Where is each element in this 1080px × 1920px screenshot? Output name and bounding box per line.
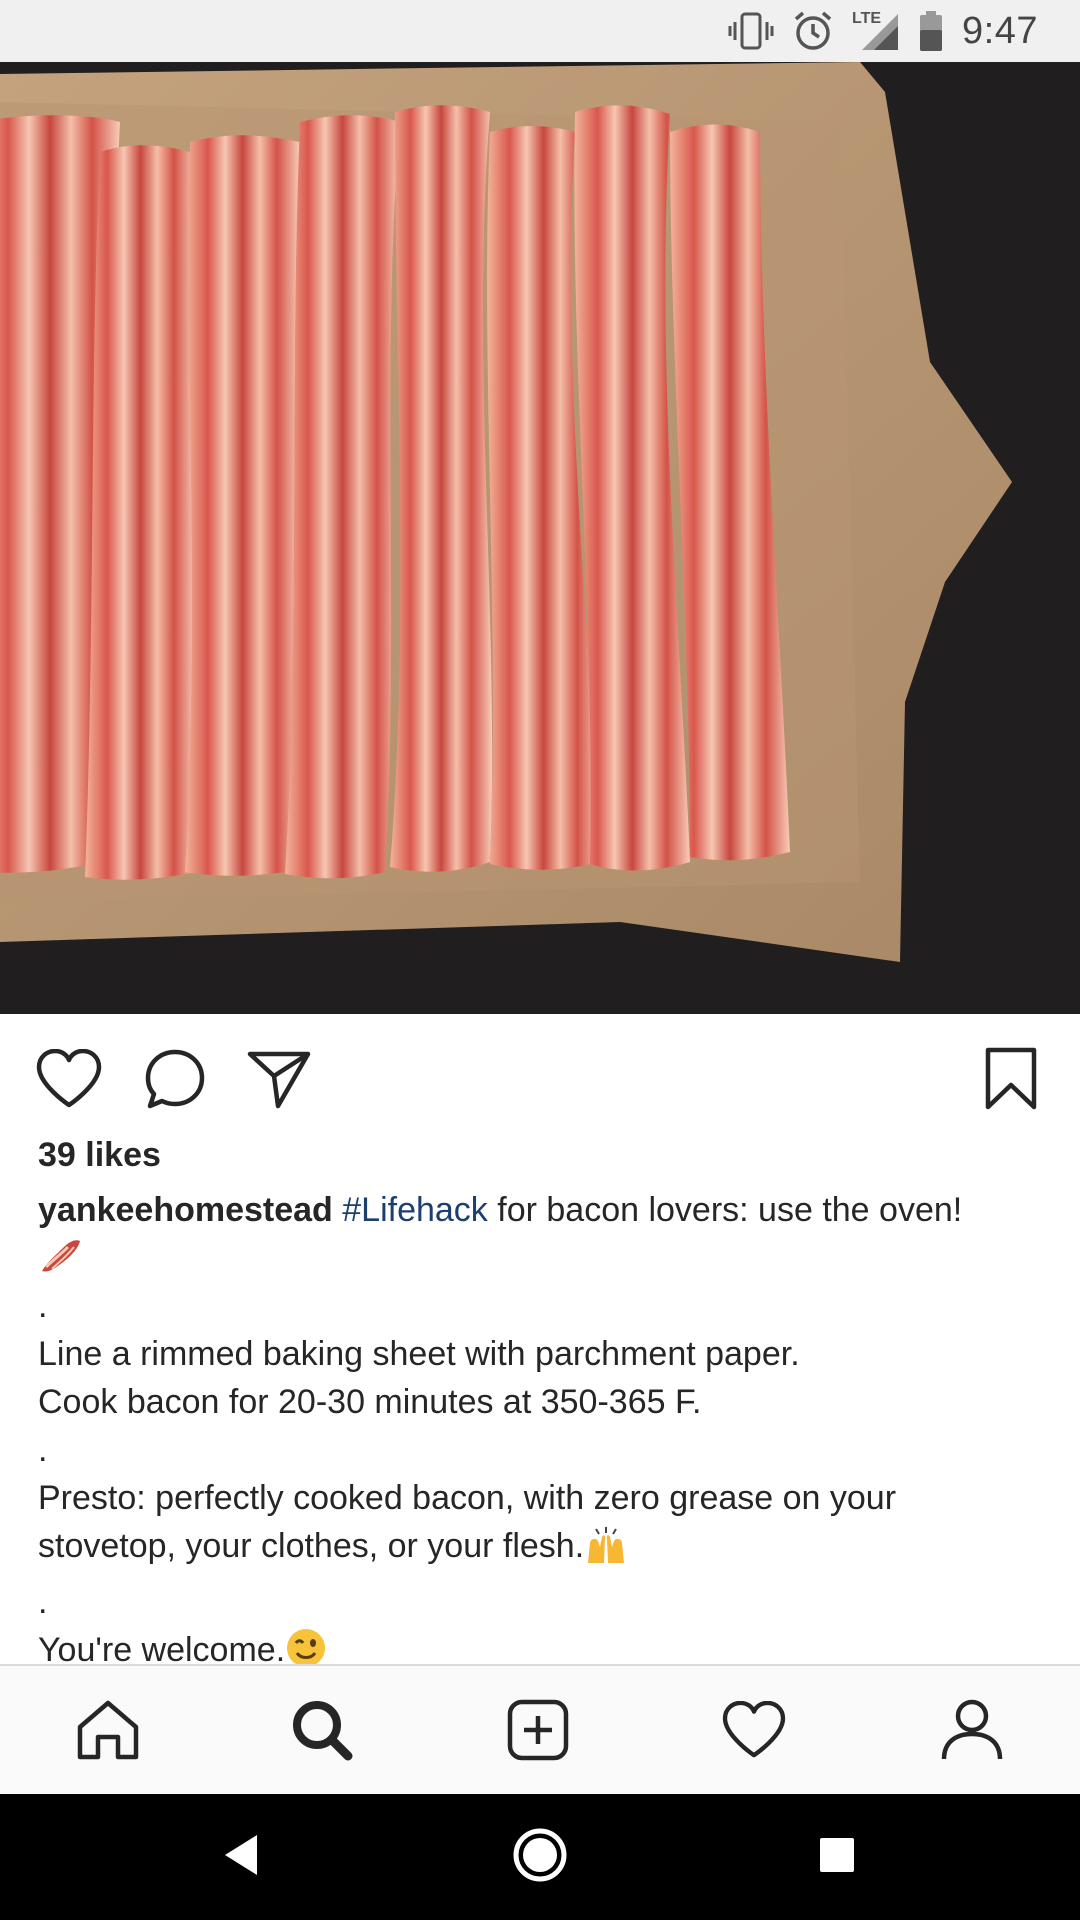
android-navigation-bar: [0, 1794, 1080, 1920]
activity-heart-icon: [722, 1700, 786, 1764]
status-time: 9:47: [962, 9, 1038, 52]
status-bar: LTE 9:47: [0, 0, 1080, 62]
likes-count[interactable]: 39 likes: [38, 1136, 161, 1175]
home-icon: [76, 1699, 140, 1766]
nav-add-post[interactable]: [498, 1692, 578, 1772]
save-button[interactable]: [976, 1046, 1046, 1116]
post-caption: yankeehomestead #Lifehack for bacon love…: [38, 1186, 1048, 1682]
share-button[interactable]: [244, 1046, 314, 1116]
caption-text-first: for bacon lovers: use the oven!: [487, 1191, 963, 1229]
recents-icon: [818, 1836, 856, 1879]
vibrate-icon: [728, 11, 774, 51]
post-actions: [0, 1014, 1080, 1142]
android-back-button[interactable]: [206, 1822, 276, 1892]
caption-line-4: stovetop, your clothes, or your flesh.: [38, 1527, 585, 1565]
caption-dot-3: .: [38, 1583, 48, 1621]
search-icon: [290, 1698, 354, 1767]
caption-username[interactable]: yankeehomestead: [38, 1191, 333, 1229]
caption-line-1: Line a rimmed baking sheet with parchmen…: [38, 1335, 800, 1373]
caption-line-2: Cook bacon for 20-30 minutes at 350-365 …: [38, 1383, 702, 1421]
lte-signal-icon: LTE: [852, 10, 900, 52]
nav-search[interactable]: [282, 1692, 362, 1772]
heart-icon: [36, 1048, 102, 1114]
post-image[interactable]: [0, 62, 1080, 1014]
android-recents-button[interactable]: [802, 1822, 872, 1892]
comment-button[interactable]: [140, 1046, 210, 1116]
share-icon: [247, 1049, 311, 1114]
caption-hashtag[interactable]: #Lifehack: [342, 1191, 488, 1229]
android-home-button[interactable]: [505, 1822, 575, 1892]
add-post-icon: [506, 1698, 570, 1767]
like-button[interactable]: [34, 1046, 104, 1116]
battery-icon: [918, 10, 944, 52]
bottom-navigation: [0, 1664, 1080, 1794]
nav-home[interactable]: [68, 1692, 148, 1772]
caption-dot-2: .: [38, 1431, 48, 1469]
profile-icon: [941, 1698, 1003, 1767]
comment-icon: [144, 1048, 206, 1115]
back-icon: [221, 1833, 261, 1882]
caption-dot-1: .: [38, 1287, 48, 1325]
alarm-icon: [792, 10, 834, 52]
nav-activity[interactable]: [714, 1692, 794, 1772]
lte-label: LTE: [852, 10, 882, 27]
home-circle-icon: [512, 1827, 568, 1888]
caption-line-3: Presto: perfectly cooked bacon, with zer…: [38, 1479, 897, 1517]
raising-hands-emoji: [584, 1525, 628, 1578]
nav-profile[interactable]: [932, 1692, 1012, 1772]
bookmark-icon: [985, 1047, 1037, 1116]
